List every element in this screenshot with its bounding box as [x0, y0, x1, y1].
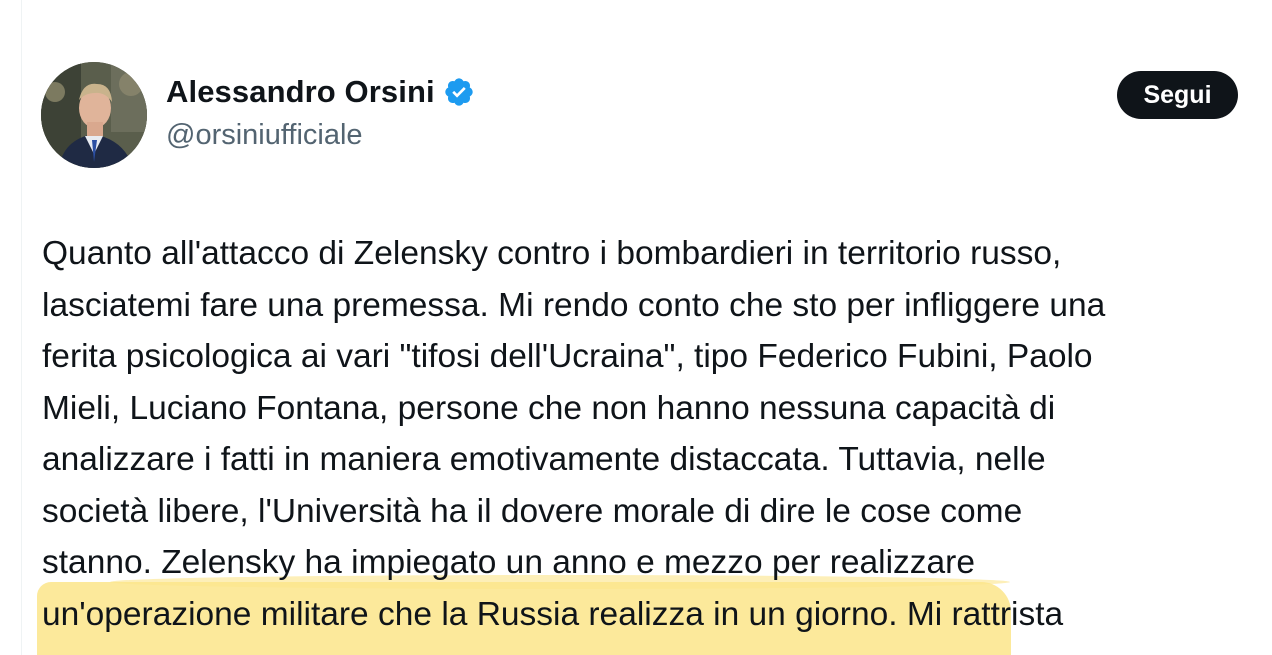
avatar-photo — [41, 62, 147, 168]
tweet-line-highlighted: un'operazione militare che la Russia rea… — [42, 595, 1064, 633]
tweet-line: stanno. Zelensky ha impiegato un anno e … — [42, 544, 975, 581]
tweet-text: Quanto all'attacco di Zelensky contro i … — [42, 228, 1257, 640]
tweet-line: analizzare i fatti in maniera emotivamen… — [42, 441, 1046, 478]
avatar[interactable] — [41, 62, 147, 168]
tweet-line: società libere, l'Università ha il dover… — [42, 492, 1023, 530]
verified-badge-icon[interactable] — [443, 76, 475, 108]
author-name-row: Alessandro Orsini — [166, 74, 475, 110]
timeline-divider — [21, 0, 22, 655]
tweet-line: Mieli, Luciano Fontana, persone che non … — [42, 389, 1056, 427]
follow-button[interactable]: Segui — [1117, 71, 1238, 119]
tweet-line: ferita psicologica ai vari "tifosi dell'… — [42, 338, 1093, 375]
author-display-name[interactable]: Alessandro Orsini — [166, 74, 435, 110]
author-handle[interactable]: @orsiniufficiale — [166, 119, 363, 152]
tweet-line: Quanto all'attacco di Zelensky contro i … — [42, 235, 1062, 272]
tweet-page: Alessandro Orsini @orsiniufficiale Segui… — [0, 0, 1272, 655]
tweet-line: lasciatemi fare una premessa. Mi rendo c… — [42, 286, 1106, 324]
